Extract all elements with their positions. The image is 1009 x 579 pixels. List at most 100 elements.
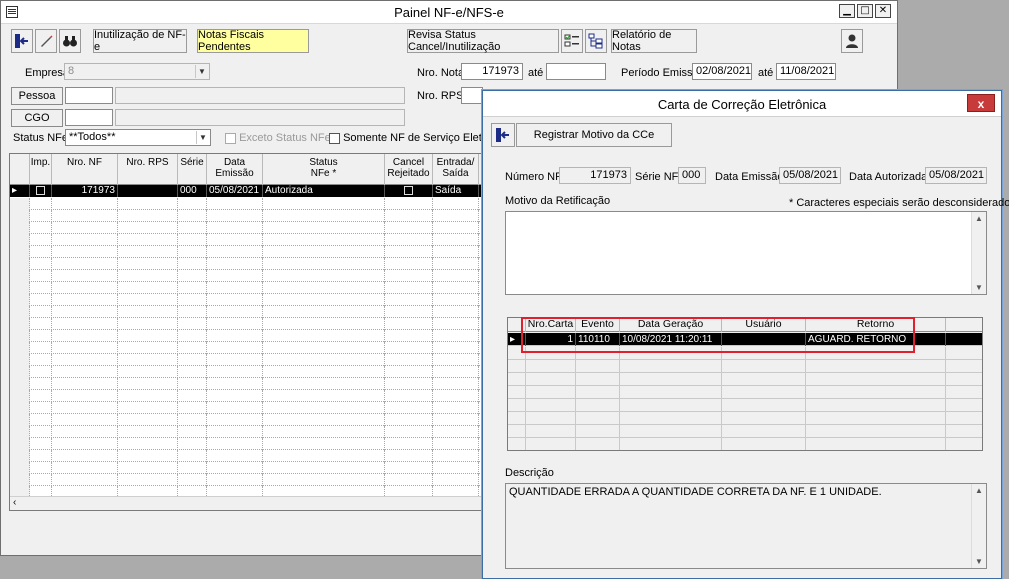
motivo-textarea[interactable]: ▲ ▼: [505, 211, 987, 295]
empty-cell: [118, 330, 178, 342]
servico-checkbox[interactable]: [329, 132, 340, 144]
pessoa-button[interactable]: Pessoa: [11, 87, 63, 105]
empty-cell: [263, 462, 385, 474]
edit-button[interactable]: [35, 29, 57, 53]
empty-cell: [207, 366, 263, 378]
empty-cell: [10, 450, 30, 462]
empty-cell: [385, 246, 433, 258]
tree-button[interactable]: [585, 29, 607, 53]
descricao-scrollbar[interactable]: ▲ ▼: [971, 484, 986, 568]
empty-cell: [118, 426, 178, 438]
empty-cell: [806, 360, 946, 373]
minimize-button[interactable]: ▁: [839, 4, 855, 18]
maximize-button[interactable]: □: [857, 4, 873, 18]
empty-cell: [118, 294, 178, 306]
cancel-cell[interactable]: [385, 185, 433, 197]
scroll-up-icon[interactable]: ▲: [972, 214, 986, 223]
col-cancel-rejeitado-header[interactable]: Cancel Rejeitado: [385, 154, 433, 185]
empty-cell: [52, 378, 118, 390]
empty-cell: [30, 378, 52, 390]
pencil-icon: [41, 35, 53, 47]
empty-cell: [52, 426, 118, 438]
empty-table-row: [10, 270, 486, 282]
empty-cell: [508, 412, 526, 425]
empty-cell: [118, 462, 178, 474]
revisa-status-button[interactable]: Revisa Status Cancel/Inutilização: [407, 29, 559, 53]
empresa-label: Empresa: [25, 67, 70, 79]
scroll-left-icon[interactable]: ‹: [13, 497, 16, 508]
user-help-button[interactable]: [841, 29, 863, 53]
relatorio-notas-button[interactable]: Relatório de Notas: [611, 29, 697, 53]
status-nfe-select[interactable]: **Todos** ▼: [65, 129, 211, 146]
empty-cell: [52, 222, 118, 234]
nro-nota-input[interactable]: 171973: [461, 63, 523, 80]
imp-cell[interactable]: [30, 185, 52, 197]
empty-cell: [433, 378, 479, 390]
checklist-button[interactable]: [561, 29, 583, 53]
col-nro-rps-header[interactable]: Nro. RPS: [118, 154, 178, 185]
inutilizacao-button[interactable]: Inutilização de NF-e: [93, 29, 187, 53]
exceto-status-option[interactable]: Exceto Status NFe: [225, 132, 331, 144]
empty-cell: [263, 474, 385, 486]
col-serie-header[interactable]: Série: [178, 154, 207, 185]
empty-cell: [30, 258, 52, 270]
imp-checkbox[interactable]: [36, 185, 45, 195]
col-data-emissao-header[interactable]: Data Emissão: [207, 154, 263, 185]
col-entrada-saida-header[interactable]: Entrada/ Saída: [433, 154, 479, 185]
pessoa-code-input[interactable]: [65, 87, 113, 104]
empty-cell: [207, 390, 263, 402]
empty-cell: [118, 270, 178, 282]
notas-pendentes-button[interactable]: Notas Fiscais Pendentes: [197, 29, 309, 53]
empty-cell: [207, 270, 263, 282]
empty-cell: [178, 462, 207, 474]
nro-nota-ate-input[interactable]: [546, 63, 606, 80]
nf-grid-hscrollbar[interactable]: ‹: [10, 496, 486, 510]
exit-door-icon: [15, 34, 28, 48]
nro-rps-label: Nro. RPS: [417, 90, 464, 102]
search-button[interactable]: [59, 29, 81, 53]
cancel-checkbox[interactable]: [404, 185, 413, 195]
empty-cell: [263, 330, 385, 342]
cgo-code-input[interactable]: [65, 109, 113, 126]
periodo-de-input[interactable]: 02/08/2021: [692, 63, 752, 80]
nf-grid[interactable]: Imp. Nro. NF Nro. RPS Série Data Emissão…: [9, 153, 487, 511]
empty-table-row: [10, 402, 486, 414]
scroll-down-icon[interactable]: ▼: [972, 283, 986, 292]
cgo-button[interactable]: CGO: [11, 109, 63, 127]
empty-cell: [178, 222, 207, 234]
empty-cell: [207, 414, 263, 426]
dialog-exit-button[interactable]: [491, 123, 515, 147]
empresa-select[interactable]: 8 ▼: [64, 63, 210, 80]
empty-cell: [30, 354, 52, 366]
descricao-textarea[interactable]: QUANTIDADE ERRADA A QUANTIDADE CORRETA D…: [505, 483, 987, 569]
col-status-nfe-header[interactable]: Status NFe *: [263, 154, 385, 185]
servico-option[interactable]: Somente NF de Serviço Eletrônic: [329, 132, 506, 144]
nro-rps-input[interactable]: [461, 87, 483, 104]
empty-cell: [178, 474, 207, 486]
dialog-close-button[interactable]: x: [967, 94, 995, 112]
empty-cell: [576, 373, 620, 386]
close-button[interactable]: ✕: [875, 4, 891, 18]
empty-table-row: [508, 425, 982, 438]
empty-cell: [178, 414, 207, 426]
periodo-ate-input[interactable]: 11/08/2021: [776, 63, 836, 80]
table-row[interactable]: ▸ 171973 000 05/08/2021 Autorizada Saída: [10, 185, 486, 197]
empty-cell: [10, 294, 30, 306]
empty-table-row: [10, 294, 486, 306]
col-imp-header[interactable]: Imp.: [30, 154, 52, 185]
registrar-motivo-button[interactable]: Registrar Motivo da CCe: [516, 123, 672, 147]
scroll-up-icon[interactable]: ▲: [972, 486, 986, 495]
empty-cell: [30, 474, 52, 486]
empty-cell: [52, 462, 118, 474]
motivo-scrollbar[interactable]: ▲ ▼: [971, 212, 986, 294]
empty-cell: [263, 366, 385, 378]
exit-button[interactable]: [11, 29, 33, 53]
exceto-status-checkbox[interactable]: [225, 132, 236, 144]
empty-cell: [30, 438, 52, 450]
scroll-down-icon[interactable]: ▼: [972, 557, 986, 566]
empty-cell: [178, 354, 207, 366]
empty-cell: [10, 474, 30, 486]
empty-cell: [118, 234, 178, 246]
empty-cell: [263, 258, 385, 270]
col-nro-nf-header[interactable]: Nro. NF: [52, 154, 118, 185]
